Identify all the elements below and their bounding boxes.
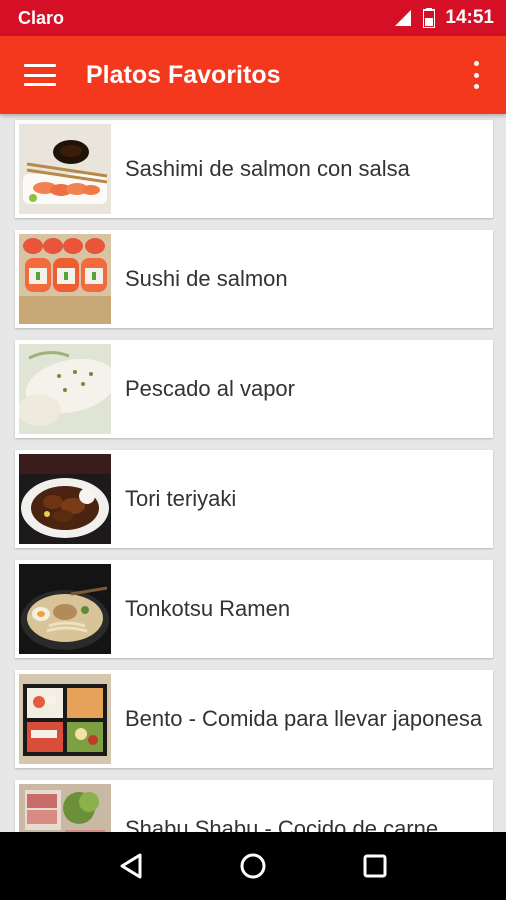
overflow-menu-icon[interactable] [464, 61, 488, 89]
dish-name: Sashimi de salmon con salsa [125, 156, 410, 181]
home-button[interactable] [233, 846, 273, 886]
dish-card[interactable]: Pescado al vapor [15, 340, 493, 438]
dish-card[interactable]: Bento - Comida para llevar japonesa [15, 670, 493, 768]
home-icon [240, 853, 266, 879]
navigation-bar [0, 832, 506, 900]
dish-card[interactable]: Tonkotsu Ramen [15, 560, 493, 658]
hamburger-menu-icon[interactable] [24, 64, 56, 86]
carrier-name: Claro [18, 7, 65, 28]
dish-name: Sushi de salmon [125, 266, 288, 291]
dish-card[interactable]: Sashimi de salmon con salsa [15, 120, 493, 218]
dish-name: Bento - Comida para llevar japonesa [125, 706, 483, 731]
battery-icon [423, 8, 436, 28]
sushi-photo [19, 234, 111, 324]
teriyaki-photo [19, 454, 111, 544]
ramen-photo [19, 564, 111, 654]
status-bar: Claro 14:51 [0, 0, 506, 36]
back-button[interactable] [111, 846, 151, 886]
shabu-photo [19, 784, 111, 832]
back-icon [120, 853, 142, 879]
dish-name: Pescado al vapor [125, 376, 295, 401]
recents-button[interactable] [355, 846, 395, 886]
recents-icon [363, 854, 387, 878]
dish-list: Sashimi de salmon con salsa Sushi de sal… [0, 114, 506, 832]
steamed-fish-photo [19, 344, 111, 434]
page-title: Platos Favoritos [86, 60, 281, 89]
dish-card[interactable]: Tori teriyaki [15, 450, 493, 548]
app-bar: Platos Favoritos [0, 36, 506, 114]
dish-name: Shabu Shabu - Cocido de carne [125, 816, 439, 832]
signal-icon [395, 10, 412, 26]
dish-card[interactable]: Shabu Shabu - Cocido de carne [15, 780, 493, 832]
clock: 14:51 [445, 7, 494, 28]
sashimi-photo [19, 124, 111, 214]
bento-photo [19, 674, 111, 764]
dish-name: Tonkotsu Ramen [125, 596, 291, 621]
dish-name: Tori teriyaki [125, 486, 237, 511]
dish-card[interactable]: Sushi de salmon [15, 230, 493, 328]
